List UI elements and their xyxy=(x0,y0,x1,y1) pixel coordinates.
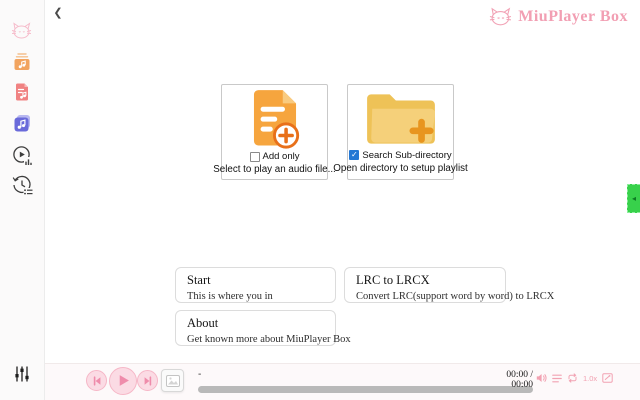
desktop-lyrics-button[interactable] xyxy=(602,373,613,383)
play-circle-stats-icon xyxy=(12,145,33,166)
about-card-subtitle: Get known more about MiuPlayer Box xyxy=(187,334,351,345)
search-subdirectory-checkbox[interactable]: ✓ Search Sub-directory xyxy=(349,149,452,161)
sliders-icon xyxy=(15,366,29,382)
sidebar-item-lyrics-file[interactable] xyxy=(10,80,34,104)
open-audio-file-card[interactable]: Add only Select to play an audio file... xyxy=(213,84,336,180)
history-list-icon xyxy=(12,175,33,196)
cat-logo-icon xyxy=(490,7,512,26)
document-add-icon xyxy=(253,90,299,149)
start-card-subtitle: This is where you in xyxy=(187,291,273,302)
add-only-label: Add only xyxy=(262,151,300,162)
sidebar-item-play-history[interactable] xyxy=(10,173,34,197)
play-icon xyxy=(119,375,129,386)
folder-add-icon xyxy=(366,94,435,144)
search-subdirectory-label: Search Sub-directory xyxy=(362,149,452,161)
seek-bar[interactable] xyxy=(198,386,533,393)
skip-previous-icon xyxy=(93,375,100,386)
about-card-title: About xyxy=(187,316,219,330)
lrc-card-title: LRC to LRCX xyxy=(356,273,430,287)
open-file-caption: Select to play an audio file... xyxy=(213,164,336,175)
equalizer-settings-button[interactable] xyxy=(10,362,34,386)
sidebar-item-open-audio-folder[interactable] xyxy=(10,50,34,74)
skip-next-icon xyxy=(144,375,151,386)
start-card[interactable]: Start This is where you in xyxy=(175,267,336,303)
volume-button[interactable] xyxy=(536,373,547,383)
sidebar-item-now-playing[interactable] xyxy=(10,143,34,167)
checkbox-checked-icon[interactable]: ✓ xyxy=(349,150,360,160)
player-bar: - 00:00 / 00:00 1.0x xyxy=(45,363,640,400)
checkbox-unchecked-icon[interactable] xyxy=(249,151,260,162)
app-window: ❮ MiuPlayer Box Add only Select to play … xyxy=(0,0,640,400)
playlist-button[interactable] xyxy=(552,374,562,383)
player-options: 1.0x xyxy=(536,373,613,383)
sidebar-app-logo-icon[interactable] xyxy=(10,18,34,42)
app-title: MiuPlayer Box xyxy=(518,7,628,25)
cat-doodle-icon xyxy=(11,21,32,38)
playback-speed-button[interactable]: 1.0x xyxy=(583,374,597,383)
app-logo: MiuPlayer Box xyxy=(488,6,628,27)
time-display: 00:00 / 00:00 xyxy=(506,370,533,390)
volume-icon xyxy=(536,374,547,382)
music-square-icon xyxy=(14,115,30,132)
playlist-panel-toggle[interactable]: ◂ xyxy=(627,184,640,213)
lrc-card-subtitle: Convert LRC(support word by word) to LRC… xyxy=(356,291,555,302)
sidebar-item-music-library[interactable] xyxy=(10,111,34,135)
play-button[interactable] xyxy=(109,366,137,395)
open-directory-card[interactable]: ✓ Search Sub-directory Open directory to… xyxy=(333,84,468,180)
about-card[interactable]: About Get known more about MiuPlayer Box xyxy=(175,310,351,346)
folder-music-icon xyxy=(14,53,30,70)
playlist-icon xyxy=(552,374,562,382)
album-art-placeholder xyxy=(161,369,184,392)
chevron-left-icon: ◂ xyxy=(631,194,636,203)
desktop-lyrics-icon xyxy=(602,373,613,383)
start-card-title: Start xyxy=(187,273,211,287)
previous-track-button[interactable] xyxy=(86,370,107,391)
file-music-icon xyxy=(16,83,28,101)
lrc-to-lrcx-card[interactable]: LRC to LRCX Convert LRC(support word by … xyxy=(344,267,555,303)
next-track-button[interactable] xyxy=(137,370,158,391)
image-placeholder-icon xyxy=(165,374,180,387)
back-button[interactable]: ❮ xyxy=(50,5,66,21)
add-only-checkbox[interactable]: Add only xyxy=(249,151,300,162)
track-title: - xyxy=(198,369,202,380)
repeat-mode-button[interactable] xyxy=(567,373,578,383)
sidebar xyxy=(0,0,45,400)
open-directory-caption: Open directory to setup playlist xyxy=(333,163,468,174)
repeat-icon xyxy=(568,373,577,383)
